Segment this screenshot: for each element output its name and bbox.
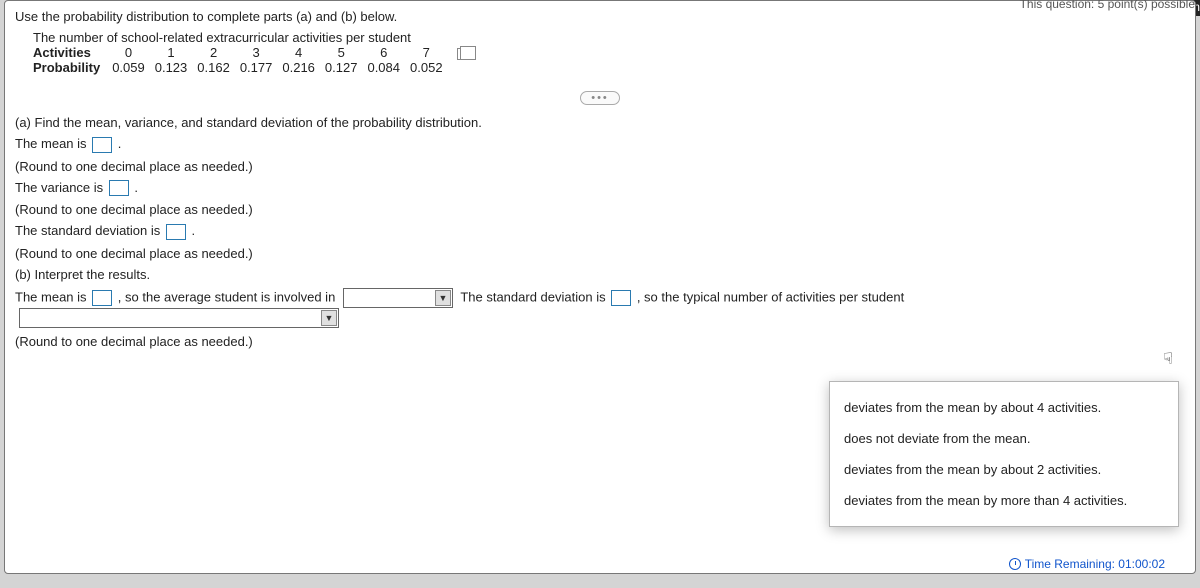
round-note: (Round to one decimal place as needed.) — [15, 334, 1185, 349]
ellipsis-icon[interactable]: ••• — [580, 91, 620, 105]
variance-input[interactable] — [109, 180, 129, 196]
activities-cell: 1 — [155, 45, 198, 60]
activities-cell: 0 — [112, 45, 155, 60]
round-note: (Round to one decimal place as needed.) — [15, 202, 1185, 217]
activities-cell: 2 — [197, 45, 240, 60]
probability-cell: 0.052 — [410, 60, 453, 75]
mean-pre-text: The mean is — [15, 136, 90, 151]
mean-post-text: . — [118, 136, 122, 151]
so-typical-text: , so the typical number of activities pe… — [637, 289, 904, 304]
part-b-prompt: (b) Interpret the results. — [15, 267, 1185, 282]
copy-icon[interactable] — [457, 48, 471, 60]
interpret-line: The mean is , so the average student is … — [15, 288, 1185, 328]
activities-cell: 5 — [325, 45, 368, 60]
sd-is-text: The standard deviation is — [460, 289, 609, 304]
mean-input[interactable] — [92, 137, 112, 153]
avg-involved-dropdown[interactable]: ▼ — [343, 288, 453, 308]
chevron-down-icon: ▼ — [435, 290, 451, 306]
clock-icon — [1009, 558, 1021, 570]
probability-row-label: Probability — [33, 60, 112, 75]
activities-cell: 3 — [240, 45, 283, 60]
cursor-hand-icon: ☟ — [1163, 349, 1173, 369]
time-remaining: Time Remaining: 01:00:02 — [1009, 557, 1165, 571]
variance-post-text: . — [134, 180, 138, 195]
so-avg-text: , so the average student is involved in — [118, 289, 336, 304]
dropdown-option[interactable]: does not deviate from the mean. — [838, 423, 1170, 454]
question-panel: This question: 5 point(s) possible Use t… — [4, 0, 1196, 574]
dropdown-option[interactable]: deviates from the mean by about 4 activi… — [838, 392, 1170, 423]
probability-cell: 0.162 — [197, 60, 240, 75]
part-a-prompt: (a) Find the mean, variance, and standar… — [15, 115, 1185, 130]
sd-pre-text: The standard deviation is — [15, 223, 164, 238]
activities-cell: 7 — [410, 45, 453, 60]
round-note: (Round to one decimal place as needed.) — [15, 159, 1185, 174]
points-text: This question: 5 point(s) possible — [1020, 0, 1195, 11]
probability-cell: 0.216 — [282, 60, 325, 75]
mean-interpret-input[interactable] — [92, 290, 112, 306]
time-remaining-label: Time Remaining: 01:00:02 — [1025, 557, 1165, 571]
section-divider: ••• — [15, 89, 1185, 105]
probability-table: Activities 0 1 2 3 4 5 6 7 Probability 0… — [33, 45, 481, 75]
instruction-text: Use the probability distribution to comp… — [15, 9, 1185, 24]
deviation-dropdown-menu: deviates from the mean by about 4 activi… — [829, 381, 1179, 527]
round-note: (Round to one decimal place as needed.) — [15, 246, 1185, 261]
activities-cell: 4 — [282, 45, 325, 60]
mean-line: The mean is . — [15, 136, 1185, 153]
probability-cell: 0.123 — [155, 60, 198, 75]
mean-is-text: The mean is — [15, 289, 90, 304]
table-title: The number of school-related extracurric… — [33, 30, 1185, 45]
probability-cell: 0.177 — [240, 60, 283, 75]
activities-cell: 6 — [367, 45, 410, 60]
probability-cell: 0.127 — [325, 60, 368, 75]
sd-input[interactable] — [166, 224, 186, 240]
probability-cell: 0.059 — [112, 60, 155, 75]
variance-pre-text: The variance is — [15, 180, 107, 195]
sd-line: The standard deviation is . — [15, 223, 1185, 240]
sd-interpret-input[interactable] — [611, 290, 631, 306]
table-row: Activities 0 1 2 3 4 5 6 7 — [33, 45, 481, 60]
dropdown-option[interactable]: deviates from the mean by more than 4 ac… — [838, 485, 1170, 516]
table-row: Probability 0.059 0.123 0.162 0.177 0.21… — [33, 60, 481, 75]
chevron-down-icon: ▼ — [321, 310, 337, 326]
distribution-table-block: The number of school-related extracurric… — [33, 30, 1185, 75]
points-possible-label: This question: 5 point(s) possible — [1020, 0, 1195, 11]
sd-post-text: . — [192, 223, 196, 238]
probability-cell: 0.084 — [367, 60, 410, 75]
variance-line: The variance is . — [15, 180, 1185, 197]
activities-row-label: Activities — [33, 45, 112, 60]
dropdown-option[interactable]: deviates from the mean by about 2 activi… — [838, 454, 1170, 485]
typical-deviation-dropdown[interactable]: ▼ — [19, 308, 339, 328]
